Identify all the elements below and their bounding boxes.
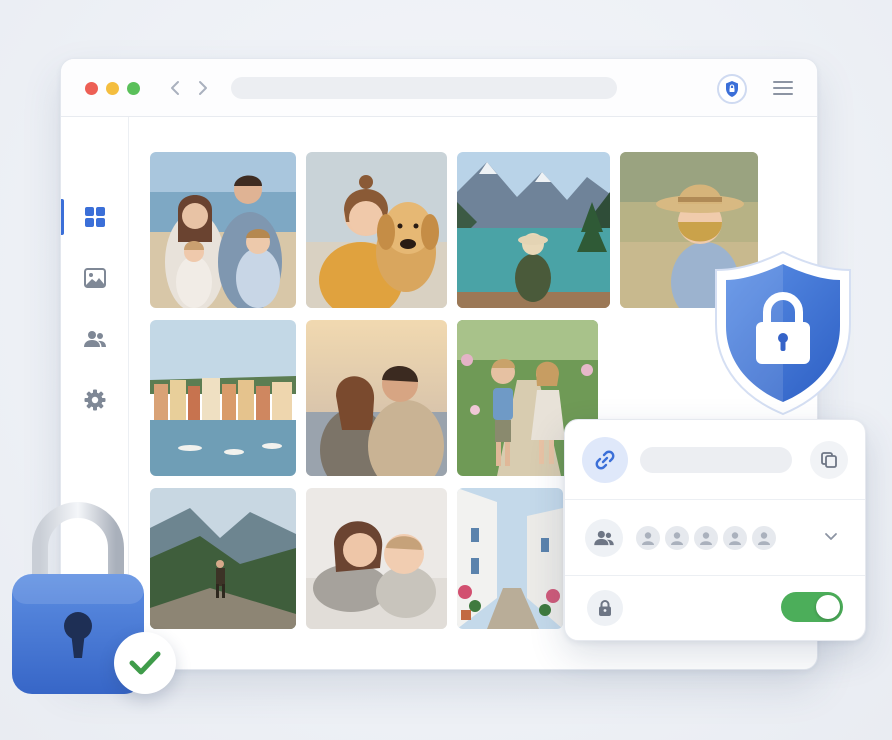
share-panel bbox=[564, 419, 866, 641]
shield-lock-icon[interactable] bbox=[717, 74, 747, 104]
shield-padlock-icon bbox=[712, 250, 854, 416]
photo-girl-with-dog[interactable] bbox=[306, 152, 447, 308]
gear-icon bbox=[84, 389, 106, 411]
photo-mountain-lake[interactable] bbox=[457, 152, 610, 308]
avatar[interactable] bbox=[721, 524, 749, 552]
photo-village-street[interactable] bbox=[457, 488, 563, 629]
photo-family-beach[interactable] bbox=[150, 152, 296, 308]
shared-people-row bbox=[565, 500, 865, 576]
avatar[interactable] bbox=[663, 524, 691, 552]
maximize-window-button[interactable] bbox=[127, 82, 140, 95]
share-link-row bbox=[565, 420, 865, 500]
sidebar-item-people[interactable] bbox=[61, 319, 129, 359]
address-bar[interactable] bbox=[231, 77, 617, 99]
close-window-button[interactable] bbox=[85, 82, 98, 95]
privacy-row bbox=[565, 576, 865, 642]
avatar[interactable] bbox=[692, 524, 720, 552]
private-toggle[interactable] bbox=[781, 592, 843, 622]
chevron-right-icon[interactable] bbox=[193, 77, 213, 99]
toggle-knob bbox=[816, 595, 840, 619]
hamburger-icon[interactable] bbox=[771, 77, 795, 99]
avatar[interactable] bbox=[750, 524, 778, 552]
sidebar-item-settings[interactable] bbox=[61, 380, 129, 420]
photo-siblings-bed[interactable] bbox=[306, 488, 447, 629]
title-bar bbox=[61, 59, 817, 117]
lock-icon bbox=[587, 590, 623, 626]
checkmark-icon bbox=[114, 632, 176, 694]
grid-icon bbox=[85, 207, 105, 227]
sidebar-item-photos[interactable] bbox=[61, 258, 129, 298]
image-icon bbox=[84, 268, 106, 288]
photo-coastal-village[interactable] bbox=[150, 320, 296, 476]
people-icon bbox=[84, 331, 106, 347]
chevron-left-icon[interactable] bbox=[165, 77, 185, 99]
photo-hiker-mountains[interactable] bbox=[150, 488, 296, 629]
avatar-list bbox=[634, 524, 778, 552]
chevron-down-icon[interactable] bbox=[821, 526, 841, 546]
people-icon bbox=[585, 519, 623, 557]
sidebar-item-grid[interactable] bbox=[61, 197, 129, 237]
link-icon bbox=[582, 437, 628, 483]
minimize-window-button[interactable] bbox=[106, 82, 119, 95]
avatar[interactable] bbox=[634, 524, 662, 552]
photo-couple-sunset[interactable] bbox=[306, 320, 447, 476]
copy-icon[interactable] bbox=[810, 441, 848, 479]
share-link-field[interactable] bbox=[640, 447, 792, 473]
